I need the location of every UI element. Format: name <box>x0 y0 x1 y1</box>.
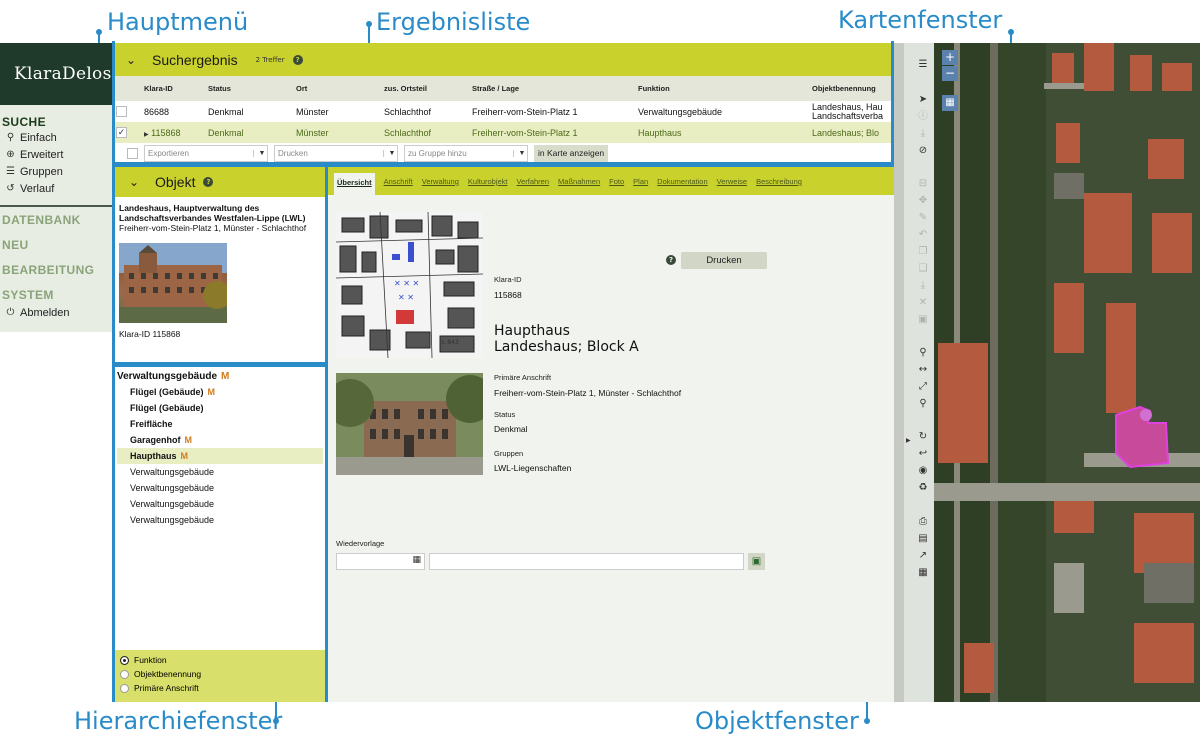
menu-item-verlauf[interactable]: ↺ Verlauf <box>0 180 112 197</box>
object-panel-frame <box>112 164 328 365</box>
menu-item-label: Verlauf <box>20 182 55 195</box>
menu-item-abmelden[interactable]: ⏻ Abmelden <box>0 304 112 321</box>
main-menu: KlaraDelos SUCHE ⚲ Einfach ⊕ Erweitert ☰ Gr… <box>0 43 112 332</box>
save-icon[interactable]: ▣ <box>915 312 931 328</box>
annotation-objektfenster: Objektfenster <box>695 707 859 735</box>
menu-divider <box>0 205 112 207</box>
marker-icon[interactable]: ⚲ <box>915 345 931 361</box>
delete-icon[interactable]: ✕ <box>915 295 931 311</box>
power-icon: ⏻ <box>6 307 15 318</box>
list-icon: ☰ <box>6 166 15 177</box>
menu-item-gruppen[interactable]: ☰ Gruppen <box>0 163 112 180</box>
menu-section-system[interactable]: SYSTEM <box>0 286 112 304</box>
map-layer-icon[interactable]: ▦ <box>942 95 958 111</box>
menu-section-neu[interactable]: NEU <box>0 236 112 261</box>
pdf-icon[interactable]: ▤ <box>915 531 931 547</box>
block-icon[interactable]: ⊘ <box>915 143 931 159</box>
annotation-dot <box>273 718 279 724</box>
menu-item-label: Abmelden <box>20 306 70 319</box>
download-icon[interactable]: ⤓ <box>915 126 931 142</box>
minus-square-icon[interactable]: ⊟ <box>915 176 931 192</box>
map-view[interactable] <box>934 43 1200 702</box>
toolbar-toggle-arrow[interactable]: ▶ <box>906 437 911 444</box>
history-icon: ↺ <box>6 183 15 194</box>
map-toolbar: ☰ ➤ ⓘ ⤓ ⊘ ⊟ ✥ ✎ ↶ ❐ ❑ ⤓ ✕ ▣ ⚲ ↔ ⤢ ⚲ ↻ ↩ … <box>894 43 934 702</box>
search-icon: ⚲ <box>6 132 15 143</box>
menu-item-einfach[interactable]: ⚲ Einfach <box>0 129 112 146</box>
import-icon[interactable]: ⤓ <box>915 278 931 294</box>
menu-item-erweitert[interactable]: ⊕ Erweitert <box>0 146 112 163</box>
refresh-icon[interactable]: ↻ <box>915 429 931 445</box>
menu-item-label: Gruppen <box>20 165 63 178</box>
menu-item-label: Einfach <box>20 131 57 144</box>
info-icon[interactable]: ⓘ <box>915 109 931 125</box>
object-window-frame <box>325 164 897 702</box>
menu-item-label: Erweitert <box>20 148 64 161</box>
annotation-dot <box>864 718 870 724</box>
layers-list-icon[interactable]: ☰ <box>915 57 931 73</box>
annotation-dot <box>96 29 102 35</box>
result-list-frame <box>112 41 894 165</box>
menu-section-suche: SUCHE <box>2 115 47 129</box>
menu-section-datenbank[interactable]: DATENBANK <box>0 211 112 236</box>
table-icon[interactable]: ▦ <box>915 565 931 581</box>
undo-icon[interactable]: ↶ <box>915 227 931 243</box>
copy-icon[interactable]: ❐ <box>915 244 931 260</box>
pointer-icon[interactable]: ➤ <box>915 92 931 108</box>
zoom-out-button[interactable]: − <box>942 66 958 81</box>
measure-icon[interactable]: ↔ <box>915 362 931 378</box>
toolbar-collapse-strip[interactable] <box>894 43 904 702</box>
eye-icon[interactable]: ◉ <box>915 463 931 479</box>
aerial-map <box>934 43 1200 702</box>
zoom-icon[interactable]: ⚲ <box>915 396 931 412</box>
annotation-ergebnisliste: Ergebnisliste <box>376 8 531 36</box>
search-plus-icon: ⊕ <box>6 149 15 160</box>
annotation-dot <box>366 21 372 27</box>
hierarchy-panel-frame <box>112 364 328 702</box>
back-icon[interactable]: ↩ <box>915 446 931 462</box>
pencil-icon[interactable]: ✎ <box>915 210 931 226</box>
external-link-icon[interactable]: ↗ <box>915 548 931 564</box>
recycle-icon[interactable]: ♻ <box>915 480 931 496</box>
annotation-hauptmenu: Hauptmenü <box>107 8 249 36</box>
annotation-kartenfenster: Kartenfenster <box>838 6 1003 34</box>
menu-section-bearbeitung[interactable]: BEARBEITUNG <box>0 261 112 286</box>
annotation-hierarchiefenster: Hierarchiefenster <box>74 707 283 735</box>
annotation-dot <box>1008 29 1014 35</box>
zoom-in-button[interactable]: + <box>942 50 958 65</box>
print-icon[interactable]: ⎙ <box>915 514 931 530</box>
app-logo[interactable]: KlaraDelos <box>0 43 112 105</box>
duplicate-icon[interactable]: ❑ <box>915 261 931 277</box>
expand-icon[interactable]: ⤢ <box>915 379 931 395</box>
move-icon[interactable]: ✥ <box>915 193 931 209</box>
klara-app: KlaraDelos SUCHE ⚲ Einfach ⊕ Erweitert ☰ Gr… <box>0 41 1200 702</box>
